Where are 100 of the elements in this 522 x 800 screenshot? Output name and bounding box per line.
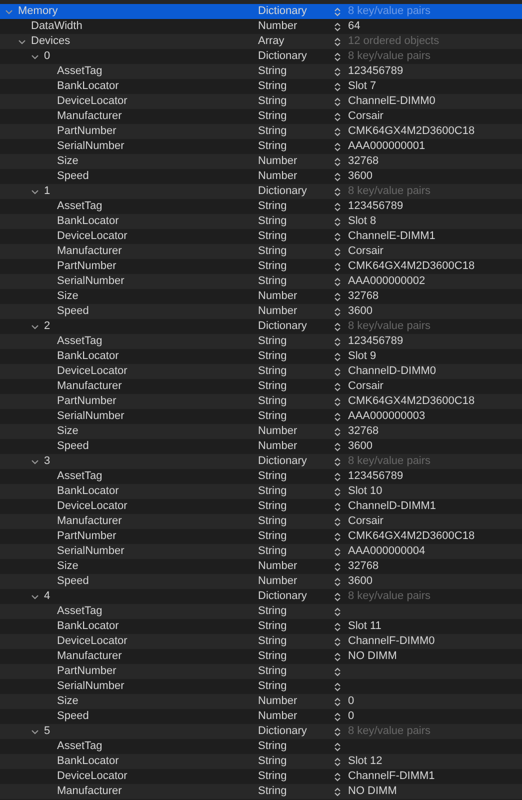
stepper-icon[interactable] — [334, 36, 341, 46]
plist-row[interactable]: BankLocator String Slot 10 — [0, 484, 522, 499]
value-text: ChannelD-DIMM1 — [348, 499, 436, 514]
stepper-icon[interactable] — [334, 562, 341, 572]
stepper-icon[interactable] — [334, 516, 341, 526]
plist-row[interactable]: DeviceLocator String ChannelE-DIMM0 — [0, 94, 522, 109]
value-text: 0 — [348, 694, 354, 710]
stepper-icon[interactable] — [334, 532, 341, 542]
stepper-icon[interactable] — [334, 186, 341, 196]
plist-row[interactable]: SerialNumber String AAA000000002 — [0, 274, 522, 289]
stepper-icon[interactable] — [334, 696, 341, 706]
plist-row[interactable]: BankLocator String Slot 12 — [0, 754, 522, 769]
chevron-icon[interactable] — [18, 38, 26, 46]
value-text: CMK64GX4M2D3600C18 — [348, 394, 475, 410]
plist-row[interactable]: AssetTag String 123456789 — [0, 334, 522, 349]
plist-row[interactable]: BankLocator String Slot 8 — [0, 214, 522, 229]
type-text: String — [258, 604, 288, 620]
stepper-icon[interactable] — [334, 262, 341, 272]
plist-row[interactable]: PartNumber String CMK64GX4M2D3600C18 — [0, 124, 522, 139]
value-text: Slot 9 — [348, 349, 376, 364]
stepper-icon[interactable] — [334, 142, 341, 152]
stepper-icon[interactable] — [334, 412, 341, 422]
stepper-icon[interactable] — [334, 322, 341, 332]
plist-row[interactable]: 5 Dictionary 8 key/value pairs — [0, 724, 522, 739]
type-text: String — [258, 739, 288, 754]
plist-row[interactable]: PartNumber String CMK64GX4M2D3600C18 — [0, 394, 522, 409]
value-text: 64 — [348, 19, 360, 34]
stepper-icon[interactable] — [334, 126, 341, 136]
stepper-icon[interactable] — [334, 756, 341, 766]
stepper-icon[interactable] — [334, 576, 341, 586]
stepper-icon[interactable] — [334, 202, 341, 212]
chevron-icon[interactable] — [31, 592, 39, 600]
plist-row[interactable]: DeviceLocator String ChannelF-DIMM0 — [0, 634, 522, 649]
plist-row[interactable]: Manufacturer String Corsair — [0, 514, 522, 529]
stepper-icon[interactable] — [334, 636, 341, 646]
stepper-icon[interactable] — [334, 352, 341, 362]
stepper-icon[interactable] — [334, 276, 341, 286]
stepper-icon[interactable] — [334, 592, 341, 602]
stepper-icon[interactable] — [334, 216, 341, 226]
stepper-icon[interactable] — [334, 652, 341, 662]
stepper-icon[interactable] — [334, 382, 341, 392]
plist-row[interactable]: 1 Dictionary 8 key/value pairs — [0, 184, 522, 199]
stepper-icon[interactable] — [334, 682, 341, 692]
stepper-icon[interactable] — [334, 742, 341, 752]
plist-row[interactable]: Manufacturer String NO DIMM — [0, 784, 522, 799]
stepper-icon[interactable] — [334, 112, 341, 122]
type-text: String — [258, 754, 288, 770]
stepper-icon[interactable] — [334, 246, 341, 256]
plist-row[interactable]: Speed Number 3600 — [0, 304, 522, 319]
stepper-icon[interactable] — [334, 22, 341, 32]
plist-row[interactable]: Speed Number 3600 — [0, 574, 522, 589]
key-text: BankLocator — [57, 79, 119, 94]
plist-row[interactable]: Manufacturer String Corsair — [0, 244, 522, 259]
stepper-icon[interactable] — [334, 442, 341, 452]
stepper-icon[interactable] — [334, 772, 341, 782]
stepper-icon[interactable] — [334, 366, 341, 376]
plist-row[interactable]: Size Number 0 — [0, 694, 522, 709]
plist-row[interactable]: SerialNumber String AAA000000004 — [0, 544, 522, 559]
type-text: String — [258, 649, 288, 664]
chevron-icon[interactable] — [31, 188, 39, 196]
stepper-icon[interactable] — [334, 622, 341, 632]
stepper-icon[interactable] — [334, 66, 341, 76]
stepper-icon[interactable] — [334, 666, 341, 676]
key-text: AssetTag — [57, 604, 102, 620]
value-text: Slot 7 — [348, 79, 376, 94]
type-text: Dictionary — [258, 49, 308, 64]
chevron-icon[interactable] — [31, 52, 39, 60]
plist-row[interactable]: 3 Dictionary 8 key/value pairs — [0, 454, 522, 469]
stepper-icon[interactable] — [334, 486, 341, 496]
stepper-icon[interactable] — [334, 426, 341, 436]
stepper-icon[interactable] — [334, 52, 341, 62]
plist-row[interactable]: DeviceLocator String ChannelD-DIMM0 — [0, 364, 522, 379]
key-text: DeviceLocator — [57, 769, 128, 784]
plist-row[interactable]: AssetTag String 123456789 — [0, 64, 522, 79]
stepper-icon[interactable] — [334, 726, 341, 736]
stepper-icon[interactable] — [334, 306, 341, 316]
chevron-icon[interactable] — [31, 322, 39, 330]
plist-row[interactable]: Devices Array 12 ordered objects — [0, 34, 522, 49]
plist-row[interactable]: AssetTag String — [0, 604, 522, 619]
stepper-icon[interactable] — [334, 456, 341, 466]
stepper-icon[interactable] — [334, 82, 341, 92]
stepper-icon[interactable] — [334, 472, 341, 482]
stepper-icon[interactable] — [334, 606, 341, 616]
plist-row[interactable]: Size Number 32768 — [0, 424, 522, 439]
stepper-icon[interactable] — [334, 156, 341, 166]
type-text: Number — [258, 154, 298, 170]
stepper-icon[interactable] — [334, 172, 341, 182]
stepper-icon[interactable] — [334, 96, 341, 106]
stepper-icon[interactable] — [334, 502, 341, 512]
stepper-icon[interactable] — [334, 336, 341, 346]
stepper-icon[interactable] — [334, 292, 341, 302]
stepper-icon[interactable] — [334, 712, 341, 722]
stepper-icon[interactable] — [334, 396, 341, 406]
plist-row[interactable]: Size Number 32768 — [0, 154, 522, 169]
stepper-icon[interactable] — [334, 786, 341, 796]
plist-row[interactable]: PartNumber String — [0, 664, 522, 679]
stepper-icon[interactable] — [334, 232, 341, 242]
stepper-icon[interactable] — [334, 546, 341, 556]
chevron-icon[interactable] — [31, 458, 39, 466]
chevron-icon[interactable] — [31, 728, 39, 736]
